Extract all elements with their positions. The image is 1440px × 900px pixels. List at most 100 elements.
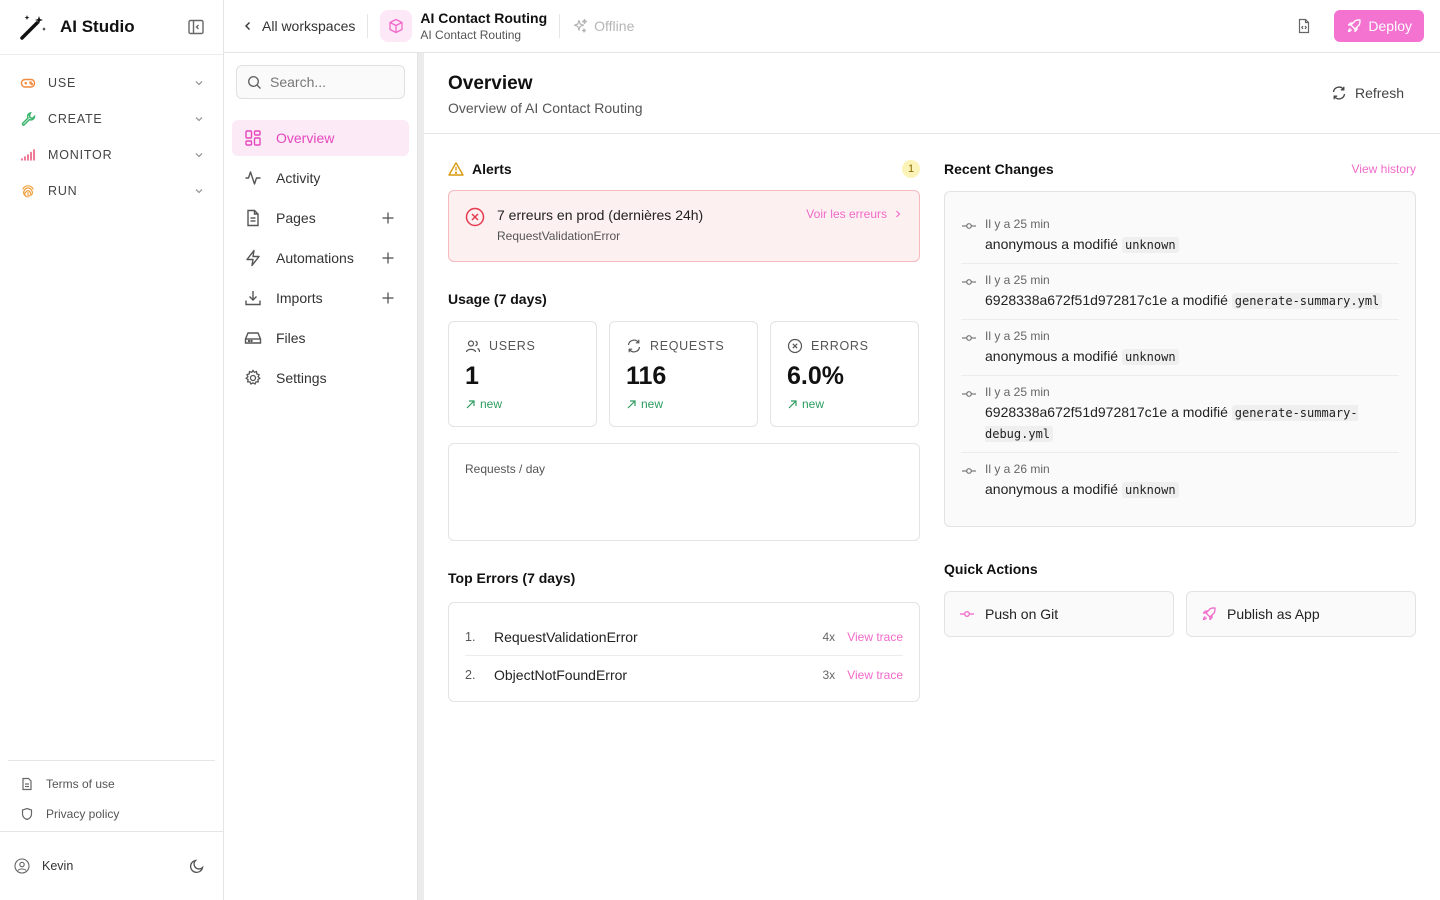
rail-item-use[interactable]: USE bbox=[0, 65, 223, 101]
add-page-plus-icon[interactable] bbox=[381, 211, 395, 225]
nav-item-automations[interactable]: Automations bbox=[232, 240, 409, 276]
change-verb: a modifié bbox=[1171, 292, 1228, 308]
fingerprint-icon bbox=[20, 183, 36, 199]
publish-as-app-label: Publish as App bbox=[1227, 606, 1320, 622]
alerts-title: Alerts bbox=[472, 161, 512, 177]
error-name: RequestValidationError bbox=[494, 629, 638, 645]
usage-stats: USERS 1 new REQUESTS 116 new ERRORS 6.0%… bbox=[448, 321, 920, 427]
rail-item-label: CREATE bbox=[48, 112, 103, 126]
user-name: Kevin bbox=[42, 859, 74, 873]
stat-value: 1 bbox=[465, 362, 479, 390]
change-author: anonymous bbox=[985, 348, 1058, 364]
quick-actions: Push on Git Publish as App bbox=[944, 591, 1416, 637]
nav-item-label: Settings bbox=[276, 370, 327, 386]
gear-icon bbox=[244, 369, 262, 387]
view-trace-link[interactable]: View trace bbox=[847, 630, 903, 644]
rail-item-run[interactable]: RUN bbox=[0, 173, 223, 209]
file-icon bbox=[244, 209, 262, 227]
download-icon bbox=[244, 289, 262, 307]
chevron-left-icon bbox=[242, 20, 254, 32]
stat-card-requests: REQUESTS 116 new bbox=[609, 321, 758, 427]
brand-header: AI Studio bbox=[0, 0, 223, 55]
trend-up-arrow-icon bbox=[465, 399, 476, 410]
change-item: Il y a 25 min 6928338a672f51d972817c1e a… bbox=[961, 376, 1399, 453]
stat-label: ERRORS bbox=[811, 339, 869, 353]
status-indicator: Offline bbox=[572, 18, 634, 34]
terms-label: Terms of use bbox=[46, 777, 115, 791]
search-box[interactable] bbox=[236, 65, 405, 99]
stat-label: USERS bbox=[489, 339, 536, 353]
change-item: Il y a 25 min anonymous a modifié unknow… bbox=[961, 208, 1399, 264]
error-row: 2. ObjectNotFoundError 3x View trace bbox=[465, 656, 903, 693]
nav-item-label: Imports bbox=[276, 290, 323, 306]
git-commit-icon bbox=[961, 218, 977, 234]
nav-item-settings[interactable]: Settings bbox=[232, 360, 409, 396]
alert-message: 7 erreurs en prod (dernières 24h) bbox=[497, 207, 704, 223]
stat-delta: new bbox=[641, 397, 664, 411]
warning-triangle-icon bbox=[448, 161, 464, 177]
recent-changes-title: Recent Changes bbox=[944, 161, 1054, 177]
lightning-icon bbox=[244, 249, 262, 267]
change-verb: a modifié bbox=[1061, 236, 1119, 252]
change-time: Il y a 25 min bbox=[985, 217, 1050, 231]
panel-resize-handle[interactable] bbox=[417, 53, 424, 900]
nav-item-files[interactable]: Files bbox=[232, 320, 409, 356]
privacy-link[interactable]: Privacy policy bbox=[8, 799, 215, 829]
deploy-label: Deploy bbox=[1368, 18, 1412, 34]
nav-item-activity[interactable]: Activity bbox=[232, 160, 409, 196]
view-trace-link[interactable]: View trace bbox=[847, 668, 903, 682]
publish-as-app-button[interactable]: Publish as App bbox=[1186, 591, 1416, 637]
app-rail: AI Studio USE CREATE MONITOR RUN Terms o… bbox=[0, 0, 224, 900]
change-author: 6928338a672f51d972817c1e bbox=[985, 292, 1168, 308]
git-commit-icon bbox=[961, 274, 977, 290]
code-file-icon[interactable] bbox=[1296, 18, 1312, 34]
theme-toggle-moon-icon[interactable] bbox=[189, 858, 205, 874]
change-author: anonymous bbox=[985, 236, 1058, 252]
change-file: unknown bbox=[1121, 237, 1179, 253]
change-file: unknown bbox=[1121, 482, 1179, 498]
stat-delta: new bbox=[802, 397, 825, 411]
refresh-button[interactable]: Refresh bbox=[1331, 85, 1404, 101]
magic-wand-icon bbox=[18, 12, 48, 42]
user-menu[interactable]: Kevin bbox=[0, 831, 223, 900]
error-name: ObjectNotFoundError bbox=[494, 666, 628, 683]
requests-per-day-chart: Requests / day bbox=[448, 443, 920, 541]
rail-item-label: USE bbox=[48, 76, 77, 90]
rail-item-monitor[interactable]: MONITOR bbox=[0, 137, 223, 173]
stat-card-users: USERS 1 new bbox=[448, 321, 597, 427]
push-on-git-button[interactable]: Push on Git bbox=[944, 591, 1174, 637]
chart-label: Requests / day bbox=[465, 462, 546, 476]
nav-item-overview[interactable]: Overview bbox=[232, 120, 409, 156]
change-verb: a modifié bbox=[1171, 404, 1228, 420]
nav-item-label: Activity bbox=[276, 170, 321, 186]
shield-icon bbox=[20, 807, 34, 821]
left-column: Alerts 1 7 erreurs en prod (dernières 24… bbox=[448, 159, 920, 702]
divider bbox=[367, 14, 369, 38]
error-circle-icon bbox=[465, 207, 485, 227]
nav-item-imports[interactable]: Imports bbox=[232, 280, 409, 316]
add-automation-plus-icon[interactable] bbox=[381, 251, 395, 265]
project-info: AI Contact Routing AI Contact Routing bbox=[420, 10, 547, 42]
overview-main: Overview Overview of AI Contact Routing … bbox=[424, 53, 1440, 900]
error-rank: 1. bbox=[465, 630, 476, 644]
quick-actions-title: Quick Actions bbox=[944, 561, 1038, 577]
search-input[interactable] bbox=[270, 74, 400, 90]
terms-link[interactable]: Terms of use bbox=[8, 769, 215, 799]
stat-value: 116 bbox=[626, 362, 667, 390]
page-title: Overview bbox=[448, 73, 533, 94]
add-import-plus-icon[interactable] bbox=[381, 291, 395, 305]
sidebar-collapse-icon[interactable] bbox=[187, 18, 205, 36]
git-commit-icon bbox=[961, 330, 977, 346]
rail-item-create[interactable]: CREATE bbox=[0, 101, 223, 137]
nav-item-pages[interactable]: Pages bbox=[232, 200, 409, 236]
view-errors-link[interactable]: Voir les erreurs bbox=[806, 207, 903, 261]
change-item: Il y a 25 min anonymous a modifié unknow… bbox=[961, 320, 1399, 376]
change-time: Il y a 26 min bbox=[985, 462, 1050, 476]
stat-label: REQUESTS bbox=[650, 339, 725, 353]
deploy-button[interactable]: Deploy bbox=[1334, 10, 1424, 42]
change-file: generate-summary.yml bbox=[1231, 293, 1383, 309]
back-to-workspaces-link[interactable]: All workspaces bbox=[242, 18, 355, 34]
chevron-right-icon bbox=[893, 209, 903, 219]
trend-up-arrow-icon bbox=[787, 399, 798, 410]
view-history-link[interactable]: View history bbox=[1352, 162, 1416, 176]
